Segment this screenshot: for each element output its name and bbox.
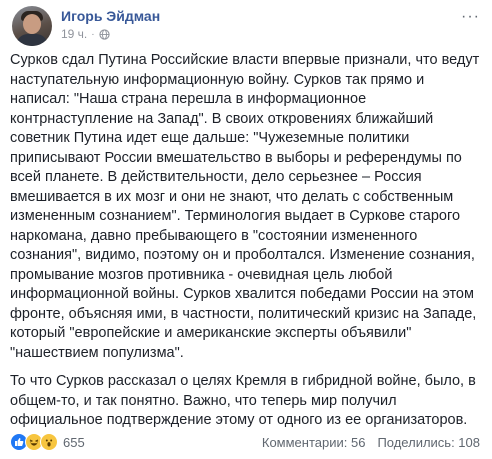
- comments-link[interactable]: Комментарии: 56: [262, 435, 366, 450]
- meta-separator: ·: [91, 28, 95, 40]
- post-body: Сурков сдал Путина Российские власти впе…: [10, 51, 484, 431]
- globe-icon: [98, 28, 110, 40]
- reactions-summary[interactable]: 655: [10, 433, 85, 451]
- more-options-button[interactable]: ···: [461, 8, 480, 26]
- post-stats: Комментарии: 56 Поделились: 108: [262, 435, 480, 450]
- avatar[interactable]: [12, 6, 52, 46]
- reaction-count: 655: [63, 434, 85, 450]
- post-footer: 655 Комментарии: 56 Поделились: 108: [10, 432, 480, 452]
- post-paragraph: То что Сурков рассказал о целях Кремля в…: [10, 373, 476, 428]
- avatar-body: [16, 34, 48, 46]
- post-time[interactable]: 19 ч.: [61, 27, 87, 41]
- post-paragraph: Сурков сдал Путина Российские власти впе…: [10, 52, 480, 361]
- author-name[interactable]: Игорь Эйдман: [61, 8, 160, 24]
- post-meta: 19 ч. ·: [61, 27, 110, 41]
- facebook-post: Игорь Эйдман 19 ч. · ··· Сурков сдал Пут…: [0, 0, 492, 459]
- shares-link[interactable]: Поделились: 108: [377, 435, 480, 450]
- wow-icon: [40, 433, 58, 451]
- avatar-face: [23, 14, 41, 34]
